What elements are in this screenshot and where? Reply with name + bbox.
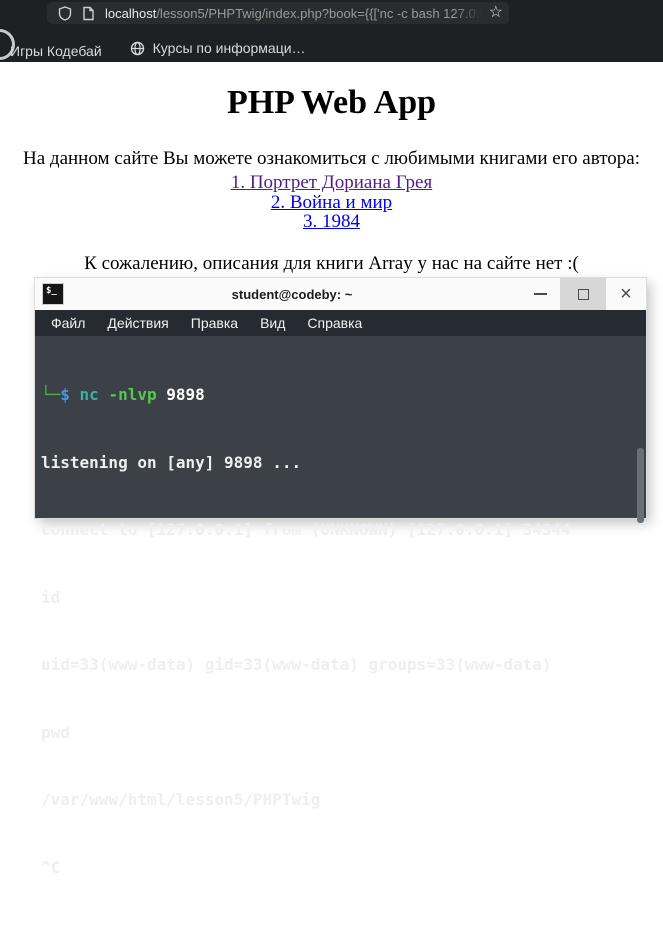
bookmark-star-icon[interactable]: ☆ [489, 5, 503, 21]
minimize-icon [533, 293, 547, 295]
terminal-prompt-line: └─$ nc -nlvp 9898 [41, 384, 646, 407]
terminal-line: uid=33(www-data) gid=33(www-data) groups… [41, 655, 552, 674]
menu-edit[interactable]: Правка [180, 315, 249, 331]
page-title: PHP Web App [226, 84, 437, 121]
maximize-button[interactable] [560, 278, 606, 310]
book-link-1[interactable]: 1. Портрет Дориана Грея [0, 173, 663, 193]
minimize-button[interactable] [520, 278, 560, 310]
terminal-scrollbar[interactable] [637, 448, 644, 523]
url-host: localhost [105, 5, 157, 21]
maximize-icon [577, 288, 589, 300]
bookmark-label: Игры Кодебай [10, 43, 102, 59]
prompt-corner: └─ [41, 385, 61, 404]
browser-chrome: localhost/lesson5/PHPTwig/index.php?book… [0, 0, 663, 62]
shield-icon[interactable] [58, 5, 72, 21]
terminal-line: pwd [41, 722, 70, 742]
terminal-title: student@codeby: ~ [231, 286, 353, 302]
url-path: /lesson5/PHPTwig/index.php?book={{['nc -… [156, 5, 486, 21]
url-fade-overlay [453, 2, 487, 24]
prompt-dollar: $ [60, 385, 70, 404]
menu-help[interactable]: Справка [296, 315, 373, 331]
terminal-line: listening on [any] 9898 ... [41, 452, 302, 472]
close-icon: × [620, 283, 632, 305]
terminal-window: $_ student@codeby: ~ × Файл Действия Пра… [35, 278, 646, 877]
bookmark-item-games[interactable]: Игры Кодебай [10, 43, 102, 59]
close-button[interactable]: × [606, 278, 646, 310]
address-bar[interactable]: localhost/lesson5/PHPTwig/index.php?book… [47, 2, 509, 24]
globe-icon [130, 41, 145, 56]
terminal-line: /var/www/html/lesson5/PHPTwig [41, 790, 321, 809]
terminal-line: connect to [127.0.0.1] from (UNKNOWN) [1… [41, 520, 571, 539]
page-icon[interactable] [82, 6, 95, 21]
book-link-2[interactable]: 2. Война и мир [0, 192, 663, 213]
menu-file[interactable]: Файл [40, 315, 96, 331]
bookmarks-bar: Игры Кодебай Курсы по информаци… [10, 36, 306, 60]
terminal-line: ^C [41, 857, 61, 877]
terminal-menubar: Файл Действия Правка Вид Справка [35, 310, 646, 336]
book-error-text: К сожалению, описания для книги Array у … [84, 252, 579, 274]
terminal-line: id [41, 587, 61, 607]
menu-actions[interactable]: Действия [96, 315, 179, 331]
bookmark-item-courses[interactable]: Курсы по информаци… [130, 40, 306, 56]
window-controls: × [520, 278, 646, 310]
bookmark-label: Курсы по информаци… [152, 40, 306, 56]
book-links: 1. Портрет Дориана Грея 2. Война и мир 3… [0, 173, 663, 232]
url-text[interactable]: localhost/lesson5/PHPTwig/index.php?book… [105, 6, 487, 21]
menu-view[interactable]: Вид [249, 315, 296, 331]
terminal-output[interactable]: └─$ nc -nlvp 9898 listening on [any] 989… [35, 336, 646, 877]
terminal-titlebar[interactable]: $_ student@codeby: ~ × [35, 278, 646, 310]
terminal-app-icon: $_ [42, 283, 64, 305]
book-link-3[interactable]: 3. 1984 [0, 212, 663, 232]
command-arg: 9898 [156, 385, 205, 404]
intro-text: На данном сайте Вы можете ознакомиться с… [23, 148, 640, 169]
command-name: nc [69, 385, 109, 404]
command-flags: -nlvp [108, 385, 157, 404]
